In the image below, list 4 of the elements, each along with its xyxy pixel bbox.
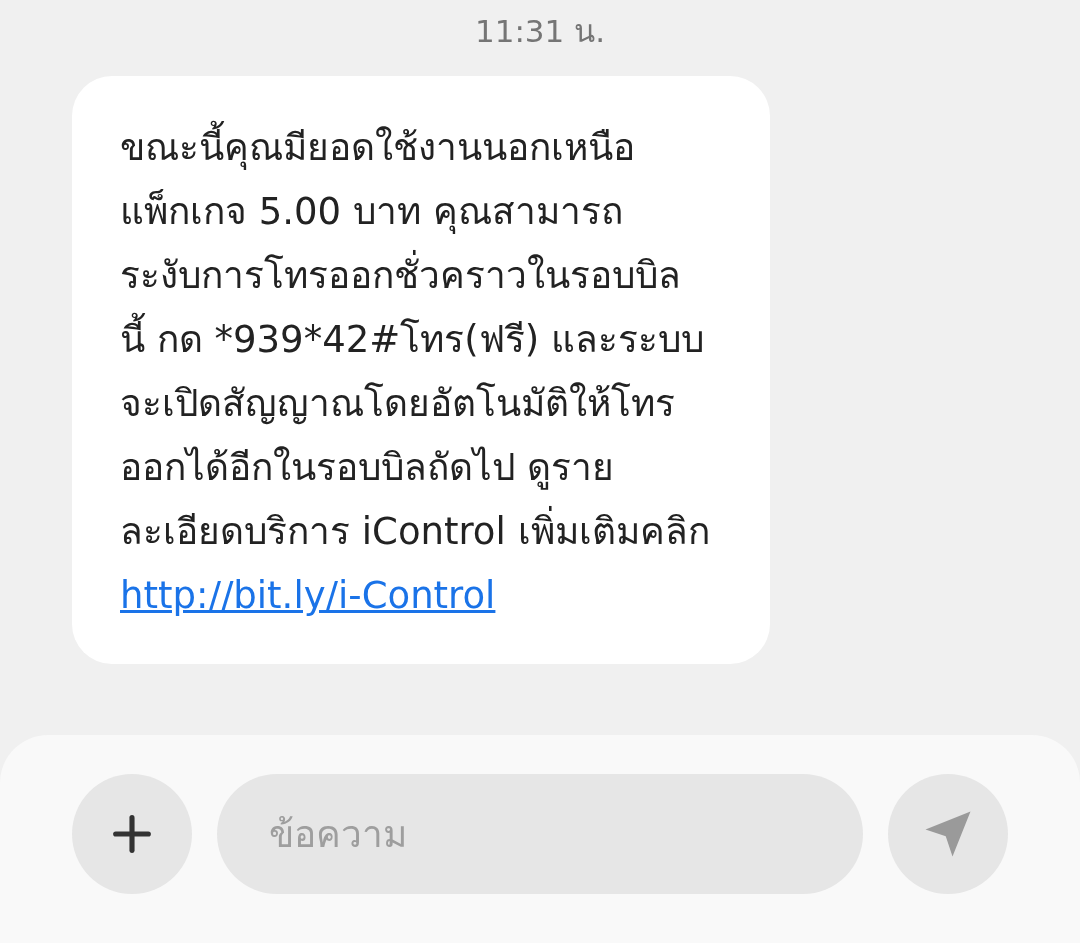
message-link[interactable]: http://bit.ly/i-Control xyxy=(120,574,496,617)
message-time: 11:31 น. xyxy=(474,12,605,51)
message-text: ขณะนี้คุณมียอดใช้งานนอกเหนือ แพ็กเกจ 5.00 บาท คุณสามารถ ระงับการโทรออกชั่วคราวในรอบบิล นี้ กด *939*42#โทร(ฟรี) และระบบ จะเปิดสัญญาณโดยอัตโนมัติให้โทร ออกได้อีกในรอบบิลถัดไป ดูราย ละเอียดบริการ iControl เพิ่มเติมคลิก http://bit.ly/i-Control xyxy=(120,116,710,628)
message-field[interactable]: ข้อความ xyxy=(217,774,863,894)
